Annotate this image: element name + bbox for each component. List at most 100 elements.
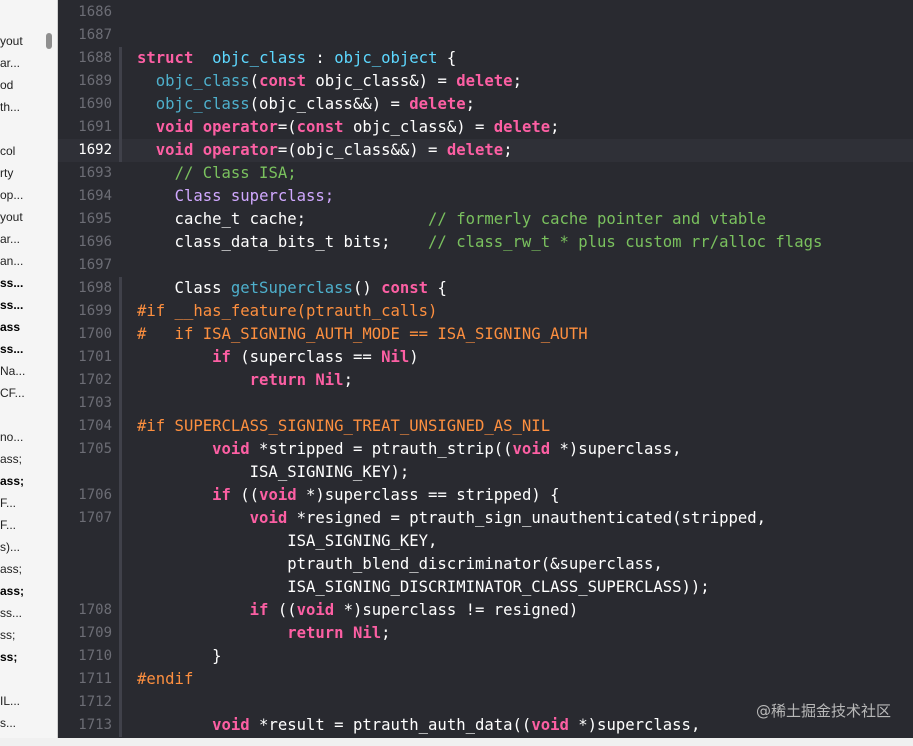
code-editor[interactable]: 1686 1687 1688 struct objc_class : objc_obj… [58, 0, 913, 746]
code-text: class_data_bits_t bits; // class_rw_t * … [137, 231, 823, 254]
code-token: operator [202, 141, 278, 159]
code-token: const [381, 279, 429, 297]
code-token: return [287, 624, 344, 642]
sidebar-item[interactable]: ss... [0, 602, 57, 624]
sidebar-item[interactable]: yout [0, 30, 57, 52]
sidebar-item[interactable]: F... [0, 492, 57, 514]
sidebar-item[interactable]: IL... [0, 690, 57, 712]
code-line[interactable]: 1698 Class getSuperclass() const { [58, 277, 913, 300]
code-line[interactable]: 1699 #if __has_feature(ptrauth_calls) [58, 300, 913, 323]
code-token: delete [409, 95, 466, 113]
sidebar-item[interactable]: ass; [0, 558, 57, 580]
code-line[interactable]: 1702 return Nil; [58, 369, 913, 392]
sidebar-item[interactable]: th... [0, 96, 57, 118]
sidebar-item[interactable]: ar... [0, 228, 57, 250]
line-number: 1703 [78, 395, 112, 411]
code-token: if [212, 348, 231, 366]
code-line[interactable]: 1711 #endif [58, 668, 913, 691]
line-number: 1696 [78, 234, 112, 250]
code-token: Nil [352, 624, 382, 642]
sidebar-item[interactable]: ass; [0, 580, 57, 602]
code-line[interactable]: 1693 // Class ISA; [58, 162, 913, 185]
code-line[interactable]: ISA_SIGNING_KEY, [58, 530, 913, 553]
bottom-status-bar [0, 738, 913, 746]
code-fold-ribbon[interactable] [119, 277, 122, 737]
code-line[interactable]: 1701 if (superclass == Nil) [58, 346, 913, 369]
code-line[interactable]: 1691 void operator=(const objc_class&) =… [58, 116, 913, 139]
code-line[interactable]: 1703 [58, 392, 913, 415]
sidebar-item[interactable]: ss; [0, 646, 57, 668]
sidebar-item[interactable]: ss... [0, 338, 57, 360]
sidebar-item[interactable]: ar... [0, 52, 57, 74]
sidebar-item[interactable]: ass [0, 316, 57, 338]
sidebar-item[interactable]: no... [0, 426, 57, 448]
code-line[interactable]: 1688 struct objc_class : objc_object { [58, 47, 913, 70]
code-token: ; [503, 141, 513, 159]
line-number: 1704 [78, 418, 112, 434]
line-number: 1688 [78, 50, 112, 66]
sidebar-item[interactable]: s)... [0, 536, 57, 558]
code-line[interactable]: 1686 [58, 1, 913, 24]
code-token: ; [550, 118, 560, 136]
code-line[interactable]: 1710 } [58, 645, 913, 668]
code-token: =( [277, 118, 297, 136]
code-line[interactable]: 1696 class_data_bits_t bits; // class_rw… [58, 231, 913, 254]
line-number: 1709 [78, 625, 112, 641]
code-token: ; [512, 72, 522, 90]
sidebar-item[interactable]: Na... [0, 360, 57, 382]
line-number: 1706 [78, 487, 112, 503]
watermark-text: @稀土掘金技术社区 [755, 702, 891, 720]
code-line[interactable]: 1700 # if ISA_SIGNING_AUTH_MODE == ISA_SI… [58, 323, 913, 346]
code-line[interactable]: ISA_SIGNING_DISCRIMINATOR_CLASS_SUPERCLA… [58, 576, 913, 599]
code-line[interactable]: 1689 objc_class(const objc_class&) = del… [58, 70, 913, 93]
sidebar-item[interactable]: ass; [0, 448, 57, 470]
code-token: ; [465, 95, 476, 113]
code-line[interactable]: 1694 Class superclass; [58, 185, 913, 208]
sidebar-item[interactable] [0, 118, 57, 140]
sidebar-item[interactable]: CF... [0, 382, 57, 404]
code-token: objc_class [155, 72, 250, 90]
code-line[interactable]: 1690 objc_class(objc_class&&) = delete; [58, 93, 913, 116]
code-line[interactable]: 1709 return Nil; [58, 622, 913, 645]
sidebar-item[interactable]: ss... [0, 272, 57, 294]
sidebar-item[interactable]: rty [0, 162, 57, 184]
sidebar-item[interactable] [0, 404, 57, 426]
sidebar-item[interactable]: an... [0, 250, 57, 272]
code-line[interactable]: 1687 [58, 24, 913, 47]
sidebar-item[interactable]: col [0, 140, 57, 162]
code-token: =(objc_class&&) = [277, 141, 447, 159]
code-line[interactable]: ISA_SIGNING_KEY); [58, 461, 913, 484]
code-line[interactable]: 1692 void operator=(objc_class&&) = dele… [58, 139, 913, 162]
sidebar-item[interactable]: ss; [0, 624, 57, 646]
code-token: const [296, 118, 344, 136]
code-line[interactable]: 1705 void *stripped = ptrauth_strip((voi… [58, 438, 913, 461]
code-line[interactable]: 1697 [58, 254, 913, 277]
code-text: Class getSuperclass() const { [137, 277, 447, 300]
code-line[interactable]: 1695 cache_t cache; // formerly cache po… [58, 208, 913, 231]
line-number: 1711 [78, 671, 112, 687]
sidebar-item[interactable]: ass; [0, 470, 57, 492]
code-line[interactable]: ptrauth_blend_discriminator(&superclass, [58, 553, 913, 576]
sidebar-item[interactable]: F... [0, 514, 57, 536]
sidebar-item[interactable]: yout [0, 206, 57, 228]
line-number: 1692 [78, 142, 112, 158]
code-line[interactable]: 1707 void *resigned = ptrauth_sign_unaut… [58, 507, 913, 530]
sidebar-item[interactable]: op... [0, 184, 57, 206]
sidebar-item[interactable]: ss... [0, 294, 57, 316]
sidebar-item[interactable]: od [0, 74, 57, 96]
code-token: getSuperclass [230, 279, 353, 297]
sidebar-item[interactable] [0, 668, 57, 690]
code-token: : [306, 49, 335, 67]
code-line[interactable]: 1708 if ((void *)superclass != resigned) [58, 599, 913, 622]
code-token: #if __has_feature(ptrauth_calls) [137, 302, 438, 320]
code-text: objc_class(const objc_class&) = delete; [137, 70, 522, 93]
code-token: #if SUPERCLASS_SIGNING_TREAT_UNSIGNED_AS… [137, 417, 551, 435]
sidebar-item[interactable]: s... [0, 712, 57, 734]
code-line[interactable]: 1704 #if SUPERCLASS_SIGNING_TREAT_UNSIGNE… [58, 415, 913, 438]
code-line[interactable]: 1706 if ((void *)superclass == stripped)… [58, 484, 913, 507]
code-fold-ribbon[interactable] [119, 47, 122, 162]
